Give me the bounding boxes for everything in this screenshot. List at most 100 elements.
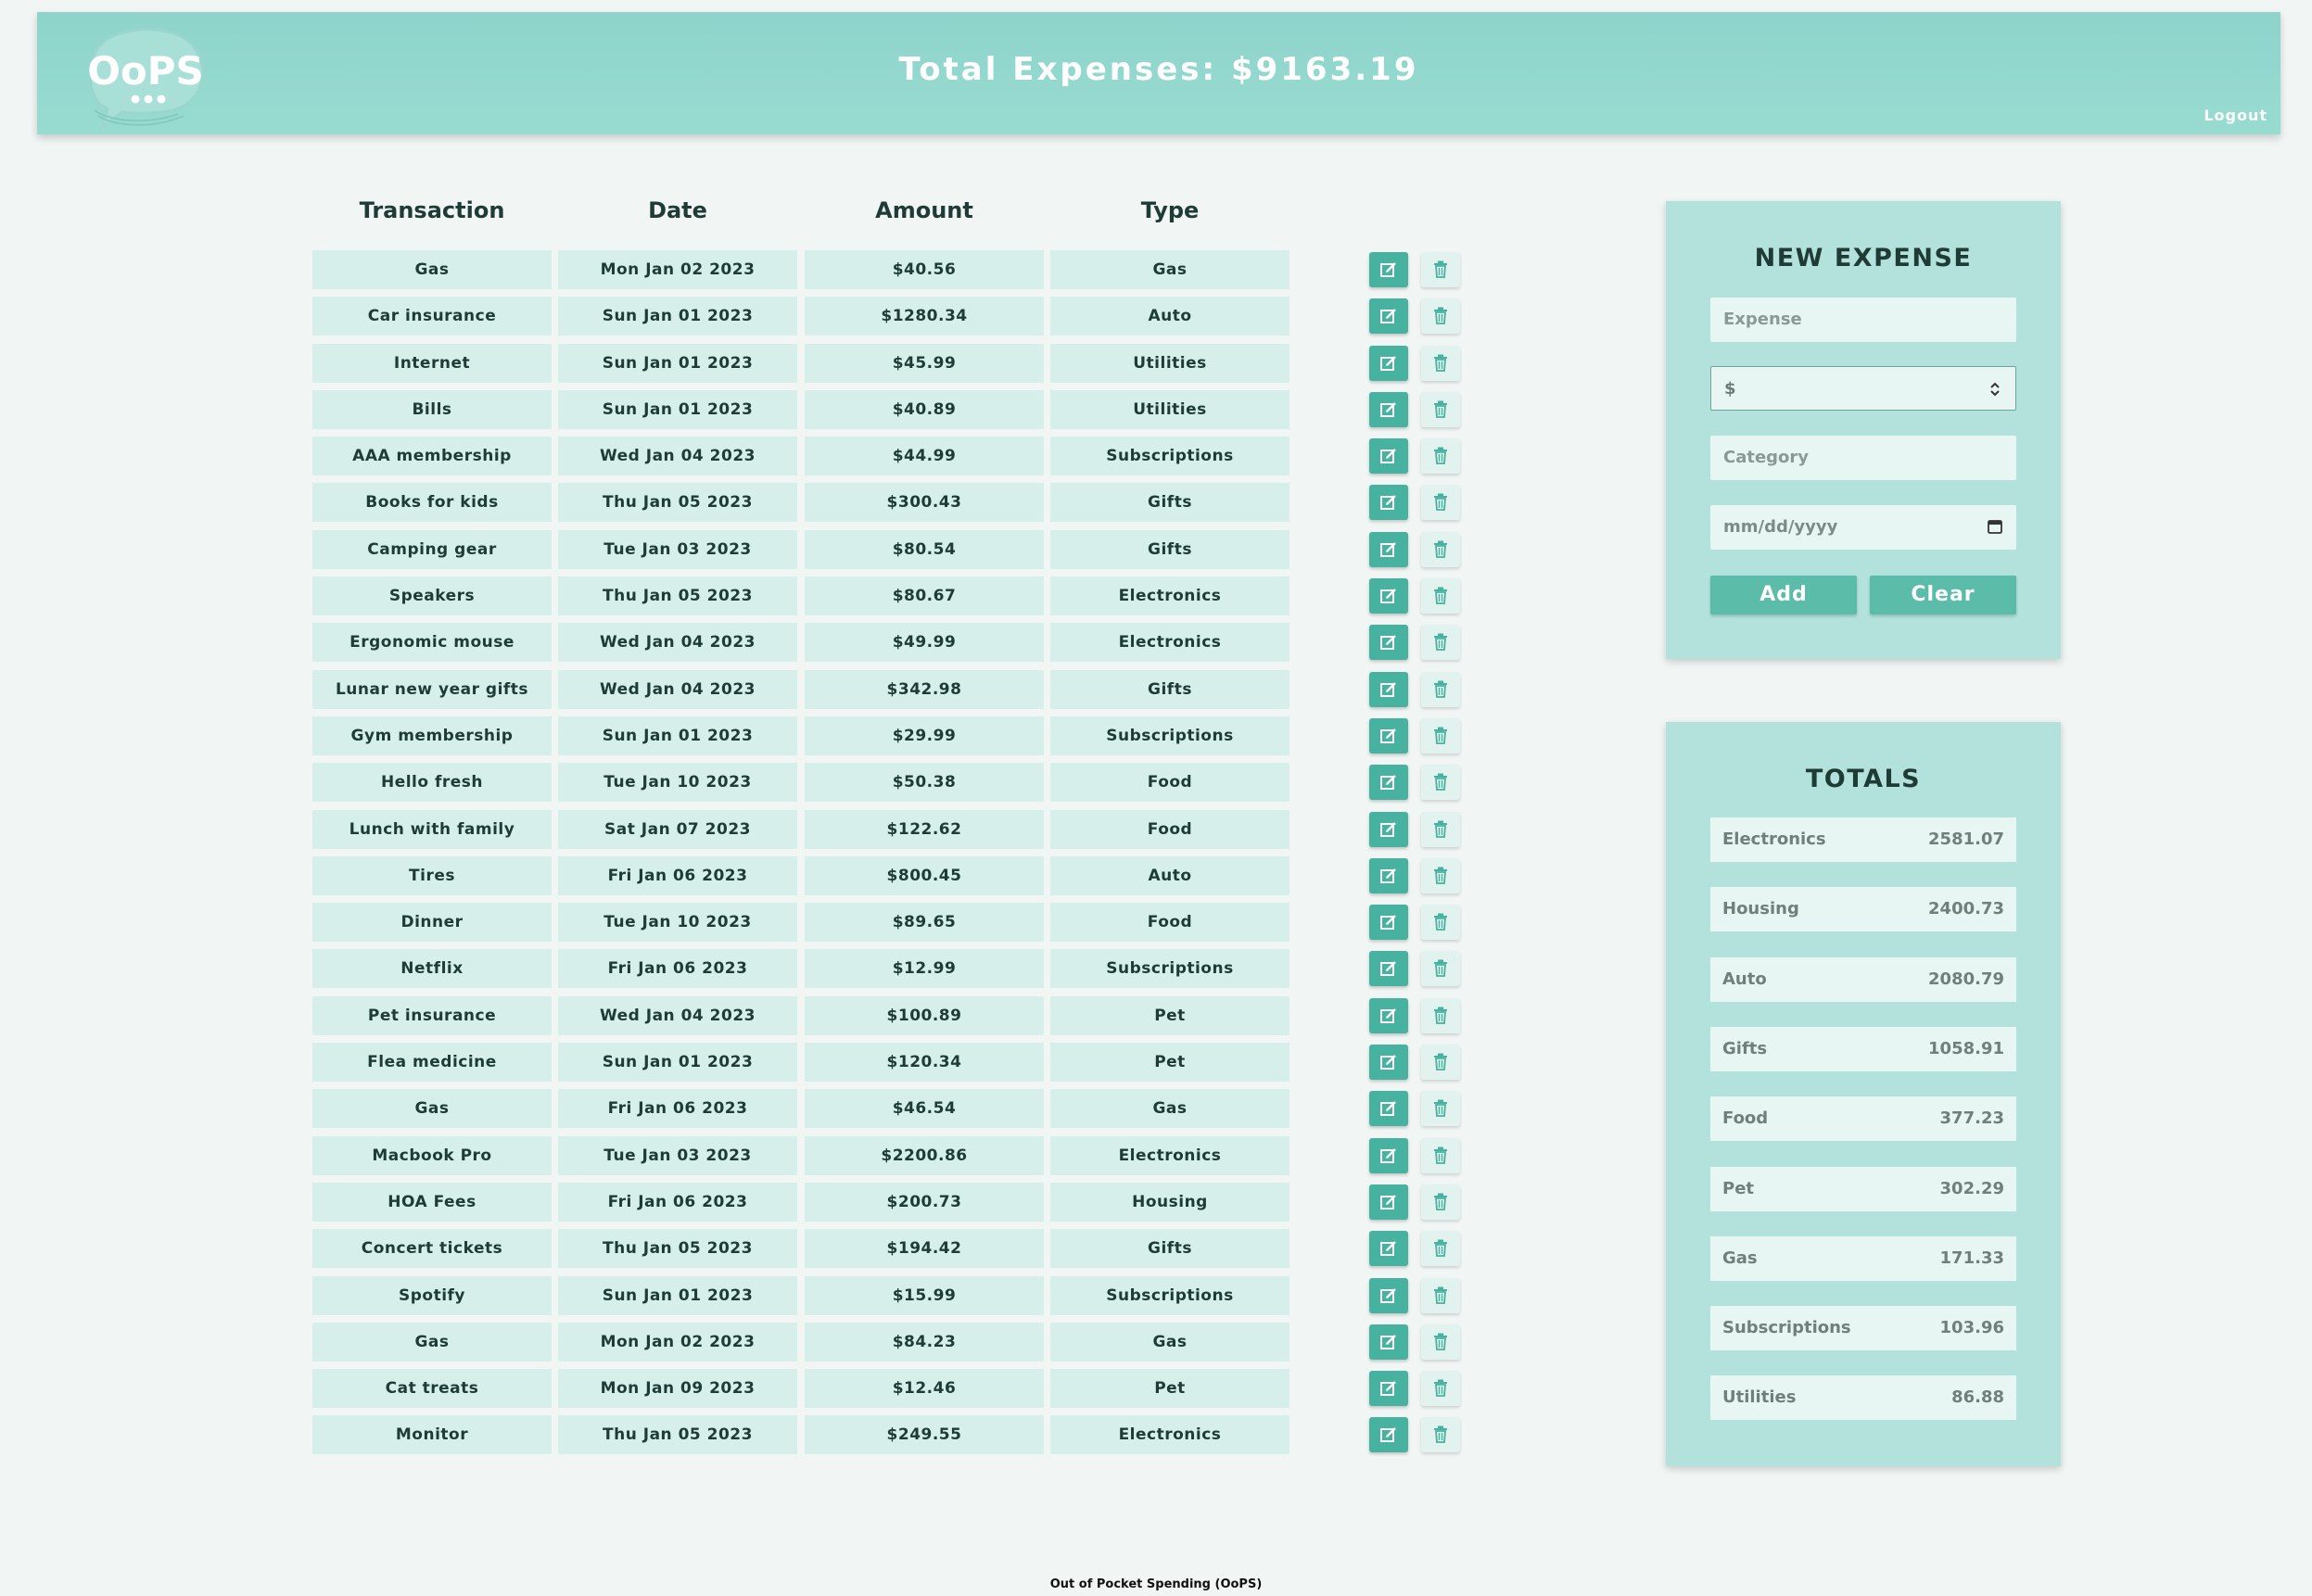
date-placeholder: mm/dd/yyyy bbox=[1723, 517, 1838, 537]
edit-button[interactable] bbox=[1369, 1184, 1408, 1220]
cell-date: Fri Jan 06 2023 bbox=[558, 949, 797, 989]
cell-date: Fri Jan 06 2023 bbox=[558, 1182, 797, 1222]
trash-icon bbox=[1434, 493, 1447, 512]
calendar-icon[interactable] bbox=[1987, 518, 2003, 535]
cell-amount: $49.99 bbox=[805, 623, 1044, 663]
edit-button[interactable] bbox=[1369, 1137, 1408, 1173]
trash-icon bbox=[1434, 1379, 1447, 1398]
edit-button[interactable] bbox=[1369, 1324, 1408, 1360]
edit-button[interactable] bbox=[1369, 578, 1408, 614]
delete-button[interactable] bbox=[1421, 252, 1460, 287]
edit-button[interactable] bbox=[1369, 298, 1408, 335]
total-value: 2581.07 bbox=[1928, 830, 2004, 849]
delete-button[interactable] bbox=[1421, 1277, 1460, 1313]
cell-transaction: Spotify bbox=[312, 1275, 552, 1315]
edit-button[interactable] bbox=[1369, 1417, 1408, 1453]
edit-button[interactable] bbox=[1369, 857, 1408, 893]
cell-amount: $80.67 bbox=[805, 576, 1044, 616]
cell-type: Gas bbox=[1050, 250, 1289, 289]
total-value: 377.23 bbox=[1939, 1108, 2004, 1129]
cell-date: Tue Jan 03 2023 bbox=[558, 529, 797, 569]
edit-button[interactable] bbox=[1369, 625, 1408, 661]
edit-button[interactable] bbox=[1369, 765, 1408, 801]
expense-input[interactable] bbox=[1710, 298, 2016, 342]
delete-button[interactable] bbox=[1421, 951, 1460, 987]
delete-button[interactable] bbox=[1421, 345, 1460, 381]
edit-button[interactable] bbox=[1369, 438, 1408, 475]
trash-icon bbox=[1434, 1286, 1447, 1304]
edit-button[interactable] bbox=[1369, 717, 1408, 754]
delete-button[interactable] bbox=[1421, 1417, 1460, 1453]
amount-field[interactable]: $ bbox=[1710, 366, 2016, 411]
total-row: Pet 302.29 bbox=[1710, 1166, 2016, 1211]
edit-button[interactable] bbox=[1369, 1371, 1408, 1407]
cell-type: Pet bbox=[1050, 995, 1289, 1035]
edit-button[interactable] bbox=[1369, 531, 1408, 567]
edit-button[interactable] bbox=[1369, 485, 1408, 521]
delete-button[interactable] bbox=[1421, 671, 1460, 707]
edit-button[interactable] bbox=[1369, 345, 1408, 381]
delete-button[interactable] bbox=[1421, 531, 1460, 567]
delete-button[interactable] bbox=[1421, 485, 1460, 521]
edit-button[interactable] bbox=[1369, 1091, 1408, 1127]
cell-type: Pet bbox=[1050, 1043, 1289, 1083]
cell-amount: $40.89 bbox=[805, 389, 1044, 429]
edit-button[interactable] bbox=[1369, 1045, 1408, 1081]
delete-button[interactable] bbox=[1421, 1324, 1460, 1360]
edit-icon bbox=[1380, 775, 1396, 791]
cell-date: Tue Jan 10 2023 bbox=[558, 763, 797, 803]
cell-amount: $194.42 bbox=[805, 1229, 1044, 1269]
delete-button[interactable] bbox=[1421, 905, 1460, 941]
edit-button[interactable] bbox=[1369, 1231, 1408, 1267]
edit-icon bbox=[1380, 1427, 1396, 1443]
category-input[interactable] bbox=[1710, 436, 2016, 480]
delete-button[interactable] bbox=[1421, 438, 1460, 475]
delete-button[interactable] bbox=[1421, 298, 1460, 335]
cell-type: Subscriptions bbox=[1050, 437, 1289, 476]
clear-button[interactable]: Clear bbox=[1870, 576, 2016, 614]
total-expenses-title: Total Expenses: $9163.19 bbox=[898, 51, 1419, 88]
column-header-transaction: Transaction bbox=[359, 197, 505, 223]
cell-transaction: Cat treats bbox=[312, 1369, 552, 1409]
trash-icon bbox=[1434, 913, 1447, 931]
add-button[interactable]: Add bbox=[1710, 576, 1857, 614]
cell-date: Thu Jan 05 2023 bbox=[558, 483, 797, 523]
edit-button[interactable] bbox=[1369, 905, 1408, 941]
delete-button[interactable] bbox=[1421, 1091, 1460, 1127]
cell-amount: $44.99 bbox=[805, 437, 1044, 476]
delete-button[interactable] bbox=[1421, 391, 1460, 427]
delete-button[interactable] bbox=[1421, 1045, 1460, 1081]
date-input[interactable]: mm/dd/yyyy bbox=[1710, 505, 2016, 550]
cell-type: Gifts bbox=[1050, 1229, 1289, 1269]
logout-link[interactable]: Logout bbox=[2204, 107, 2268, 124]
edit-button[interactable] bbox=[1369, 997, 1408, 1033]
edit-button[interactable] bbox=[1369, 252, 1408, 287]
edit-button[interactable] bbox=[1369, 671, 1408, 707]
cell-date: Wed Jan 04 2023 bbox=[558, 995, 797, 1035]
delete-button[interactable] bbox=[1421, 997, 1460, 1033]
delete-button[interactable] bbox=[1421, 1184, 1460, 1220]
delete-button[interactable] bbox=[1421, 1371, 1460, 1407]
delete-button[interactable] bbox=[1421, 1137, 1460, 1173]
delete-button[interactable] bbox=[1421, 857, 1460, 893]
edit-icon bbox=[1380, 1381, 1396, 1397]
delete-button[interactable] bbox=[1421, 811, 1460, 847]
delete-button[interactable] bbox=[1421, 1231, 1460, 1267]
cell-transaction: Lunar new year gifts bbox=[312, 669, 552, 709]
cell-transaction: Gas bbox=[312, 250, 552, 289]
cell-date: Tue Jan 03 2023 bbox=[558, 1135, 797, 1175]
edit-button[interactable] bbox=[1369, 951, 1408, 987]
edit-button[interactable] bbox=[1369, 391, 1408, 427]
trash-icon bbox=[1434, 307, 1447, 325]
new-expense-panel: NEW EXPENSE $ mm/dd/yyyy Add Clear bbox=[1666, 201, 2061, 659]
delete-button[interactable] bbox=[1421, 625, 1460, 661]
delete-button[interactable] bbox=[1421, 717, 1460, 754]
cell-amount: $100.89 bbox=[805, 995, 1044, 1035]
edit-button[interactable] bbox=[1369, 1277, 1408, 1313]
edit-button[interactable] bbox=[1369, 811, 1408, 847]
delete-button[interactable] bbox=[1421, 765, 1460, 801]
spinner-arrows-icon[interactable] bbox=[1989, 380, 2001, 399]
delete-button[interactable] bbox=[1421, 578, 1460, 614]
cell-amount: $84.23 bbox=[805, 1322, 1044, 1362]
cell-date: Sun Jan 01 2023 bbox=[558, 716, 797, 755]
